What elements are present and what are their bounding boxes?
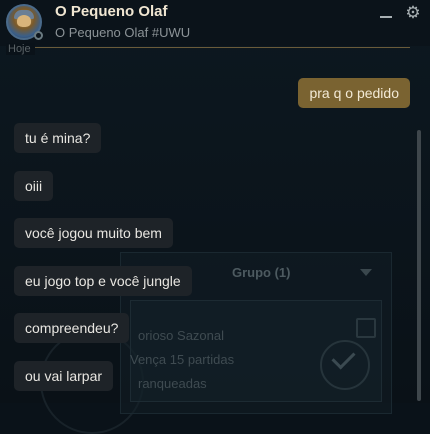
background-group-label: Grupo (1)	[232, 265, 291, 280]
status-indicator	[34, 31, 43, 40]
chevron-down-icon	[360, 269, 372, 276]
background-card-line: orioso Sazonal	[138, 328, 224, 343]
message-incoming: eu jogo top e você jungle	[14, 266, 192, 296]
copy-icon	[356, 318, 376, 338]
contact-riot-id: O Pequeno Olaf #UWU	[55, 25, 191, 40]
contact-name[interactable]: O Pequeno Olaf	[55, 3, 168, 20]
message-incoming: compreendeu?	[14, 313, 130, 343]
header-divider	[6, 47, 410, 48]
message-incoming: você jogou muito bem	[14, 218, 173, 248]
chat-header: O Pequeno Olaf O Pequeno Olaf #UWU ⚙	[0, 0, 430, 46]
avatar-face	[17, 15, 31, 27]
message-incoming: oiii	[14, 171, 54, 201]
minimize-button[interactable]	[378, 5, 394, 21]
message-outgoing: pra q o pedido	[298, 78, 410, 108]
background-card-line: Vença 15 partidas	[130, 352, 235, 367]
minimize-icon	[380, 16, 392, 18]
message-incoming: ou vai larpar	[14, 361, 114, 391]
background-card-line: ranqueadas	[138, 376, 207, 391]
date-separator: Hoje	[6, 43, 35, 55]
gear-icon[interactable]: ⚙	[404, 4, 422, 22]
message-incoming: tu é mina?	[14, 123, 102, 153]
chat-scrollbar-thumb[interactable]	[417, 130, 421, 401]
